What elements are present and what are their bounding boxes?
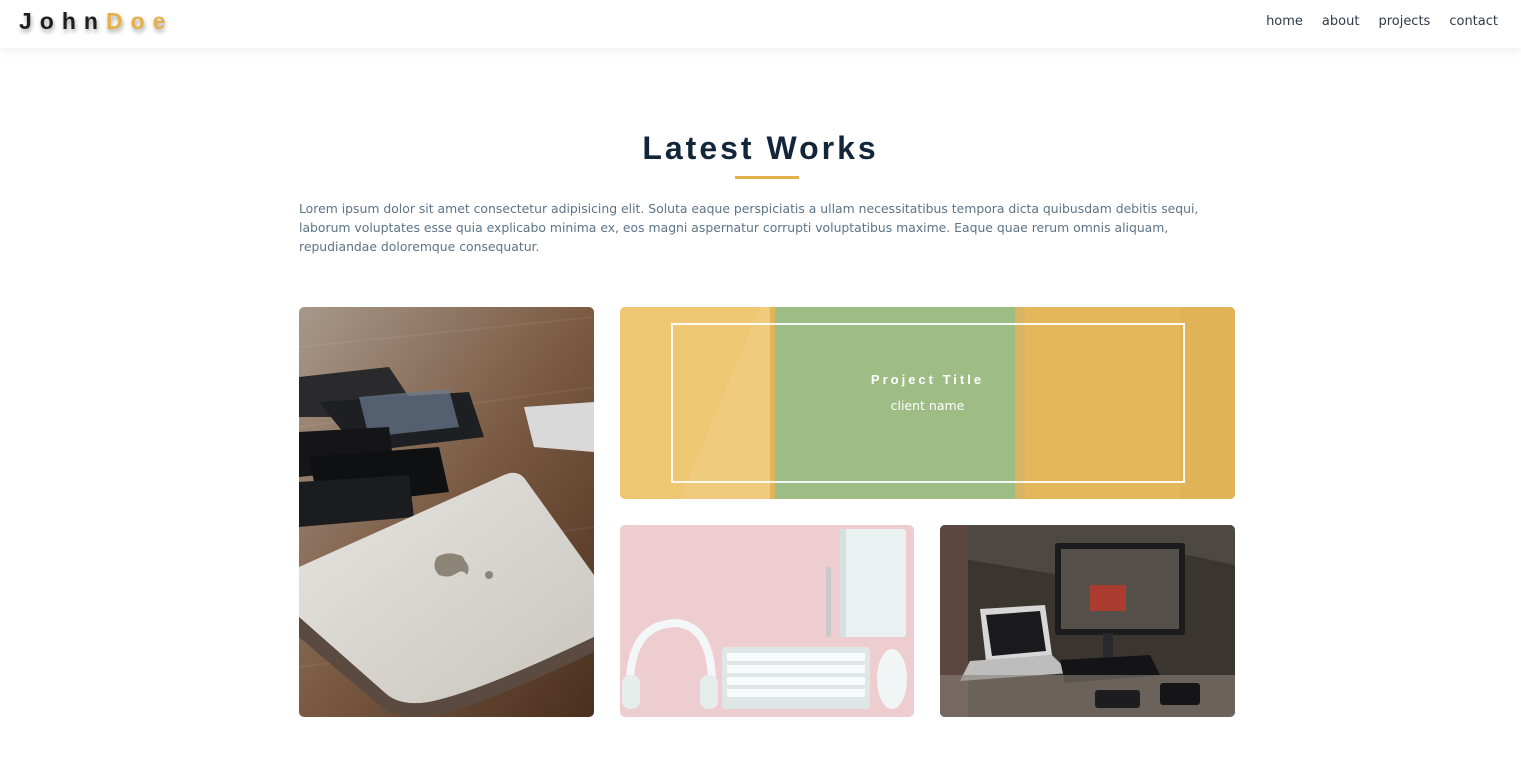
nav-link-home[interactable]: home: [1266, 14, 1303, 29]
nav-link-contact[interactable]: contact: [1449, 14, 1498, 29]
section-intro: Lorem ipsum dolor sit amet consectetur a…: [299, 201, 1199, 254]
office-photo: [940, 525, 1235, 717]
project-tile-featured[interactable]: Project Title client name: [620, 307, 1235, 499]
project-tile-laptop[interactable]: [299, 307, 594, 717]
site-header: JohnDoe home about projects contact: [0, 0, 1521, 48]
project-tile-desk[interactable]: [620, 525, 914, 717]
project-tile-office[interactable]: [940, 525, 1235, 717]
main-nav: home about projects contact: [1266, 14, 1498, 29]
laptop-photo: [299, 307, 594, 717]
section-title: Latest Works: [642, 130, 879, 166]
logo-last-name: Doe: [105, 8, 174, 34]
logo-first-name: John: [19, 8, 106, 34]
desk-photo: [620, 525, 914, 717]
project-title: Project Title: [870, 372, 985, 387]
nav-link-about[interactable]: about: [1322, 14, 1360, 29]
nav-link-projects[interactable]: projects: [1378, 14, 1430, 29]
site-logo[interactable]: JohnDoe: [19, 8, 173, 35]
project-client: client name: [890, 398, 965, 413]
title-underline: [735, 176, 799, 179]
